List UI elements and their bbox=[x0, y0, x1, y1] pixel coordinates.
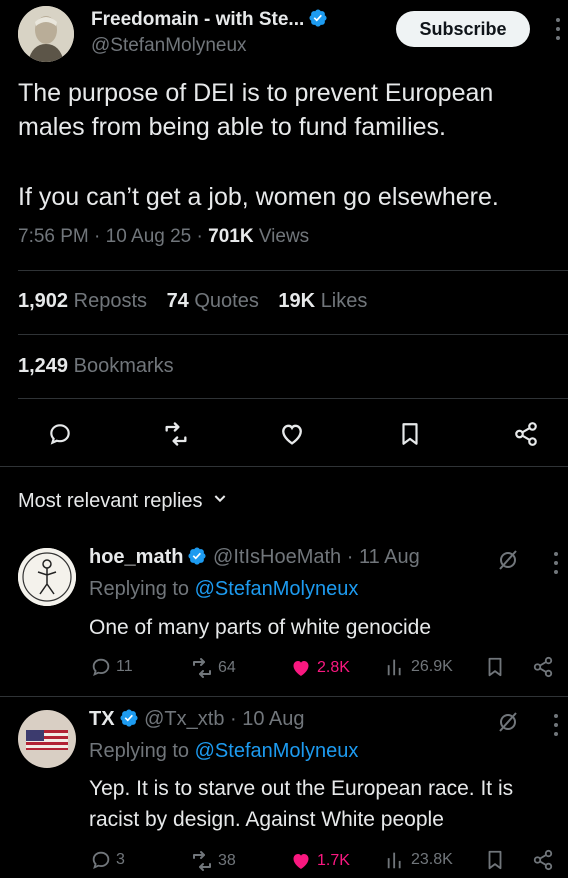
reply-bookmark-button[interactable] bbox=[484, 656, 506, 678]
share-icon bbox=[533, 656, 553, 678]
replying-to-line: Replying to @StefanMolyneux bbox=[89, 578, 359, 600]
like-icon bbox=[293, 661, 309, 676]
quotes-stat[interactable]: 74 Quotes bbox=[167, 290, 259, 312]
grok-icon[interactable] bbox=[496, 548, 520, 577]
reply-text: Yep. It is to starve out the European ra… bbox=[89, 777, 514, 831]
reply-button[interactable] bbox=[44, 418, 76, 450]
likes-stat[interactable]: 19K Likes bbox=[278, 290, 367, 312]
reply-date[interactable]: 11 Aug bbox=[359, 546, 420, 568]
share-button[interactable] bbox=[510, 418, 542, 450]
repost-button[interactable] bbox=[160, 418, 192, 450]
subscribe-button[interactable]: Subscribe bbox=[396, 11, 530, 47]
reposts-stat[interactable]: 1,902 Reposts bbox=[18, 290, 147, 312]
tweet-text: The purpose of DEI is to prevent Europea… bbox=[18, 76, 558, 214]
author-name-text[interactable]: Freedomain - with Ste... bbox=[91, 9, 304, 30]
reply-header: hoe_math @ItIsHoeMath · 11 Aug bbox=[89, 546, 420, 568]
reply-bookmark-button[interactable] bbox=[484, 849, 506, 871]
tweet-meta: 7:56 PM · 10 Aug 25 · 701K Views bbox=[18, 226, 310, 247]
share-icon bbox=[533, 849, 553, 871]
bookmarks-stat[interactable]: 1,249 Bookmarks bbox=[18, 355, 174, 378]
replying-to-link[interactable]: @StefanMolyneux bbox=[195, 578, 359, 600]
reply-count: 3 bbox=[116, 851, 125, 868]
reply-date[interactable]: 10 Aug bbox=[242, 708, 304, 730]
reply-share-button[interactable] bbox=[532, 849, 554, 871]
verified-badge-icon bbox=[120, 709, 138, 727]
reply-author-handle[interactable]: @Tx_xtb bbox=[144, 708, 224, 730]
replying-to-link[interactable]: @StefanMolyneux bbox=[195, 740, 359, 762]
reply-repost-button[interactable]: 38 bbox=[190, 849, 236, 873]
reply-count: 11 bbox=[116, 658, 133, 675]
chevron-down-icon bbox=[214, 495, 226, 503]
like-button[interactable] bbox=[276, 418, 308, 450]
grok-icon[interactable] bbox=[496, 710, 520, 739]
reply-like-button[interactable]: 2.8K bbox=[289, 656, 350, 680]
reply-reply-button[interactable]: 11 bbox=[90, 656, 133, 678]
divider bbox=[18, 334, 568, 335]
reply-icon bbox=[92, 658, 110, 676]
like-count: 1.7K bbox=[317, 852, 350, 869]
repost-icon bbox=[165, 422, 187, 446]
view-count: 26.9K bbox=[411, 658, 453, 675]
reply-author-name[interactable]: TX bbox=[89, 708, 115, 730]
reply-share-button[interactable] bbox=[532, 656, 554, 678]
verified-badge-icon bbox=[188, 547, 207, 565]
bookmark-icon bbox=[488, 657, 502, 677]
views-count: 701K bbox=[208, 226, 254, 247]
verified-badge-icon bbox=[309, 9, 327, 27]
bookmark-icon bbox=[402, 423, 418, 445]
author-name[interactable]: Freedomain - with Ste... bbox=[91, 8, 328, 31]
reply-author-name[interactable]: hoe_math bbox=[89, 546, 183, 568]
reply-avatar[interactable] bbox=[18, 710, 76, 768]
more-options-icon[interactable] bbox=[555, 18, 561, 40]
views-icon bbox=[387, 659, 401, 676]
bookmark-button[interactable] bbox=[394, 418, 426, 450]
replies-sort-label: Most relevant replies bbox=[18, 490, 203, 512]
reply-views-button[interactable]: 23.8K bbox=[385, 849, 453, 871]
share-icon bbox=[515, 422, 537, 446]
engagement-stats: 1,902 Reposts 74 Quotes 19K Likes bbox=[18, 290, 381, 313]
tweet-action-bar bbox=[0, 412, 568, 456]
reply-header: TX @Tx_xtb · 10 Aug bbox=[89, 708, 305, 730]
reply-author-handle[interactable]: @ItIsHoeMath bbox=[213, 546, 341, 568]
reply-icon bbox=[92, 851, 110, 869]
divider bbox=[0, 466, 568, 467]
tweet-time[interactable]: 7:56 PM bbox=[18, 226, 89, 247]
replying-to-line: Replying to @StefanMolyneux bbox=[89, 740, 359, 762]
tweet-date[interactable]: 10 Aug 25 bbox=[106, 226, 192, 247]
reply-views-button[interactable]: 26.9K bbox=[385, 656, 453, 678]
reply-like-button[interactable]: 1.7K bbox=[289, 849, 350, 873]
repost-icon bbox=[193, 658, 211, 678]
like-count: 2.8K bbox=[317, 659, 350, 676]
views-label: Views bbox=[258, 226, 310, 247]
reply-reply-button[interactable]: 3 bbox=[90, 849, 125, 871]
more-options-icon[interactable] bbox=[553, 552, 559, 574]
reply-repost-button[interactable]: 64 bbox=[190, 656, 236, 680]
repost-count: 64 bbox=[218, 659, 236, 676]
repost-icon bbox=[193, 851, 211, 871]
tweet-paragraph-1: The purpose of DEI is to prevent Europea… bbox=[18, 79, 494, 141]
repost-count: 38 bbox=[218, 852, 236, 869]
bookmark-icon bbox=[488, 850, 502, 870]
views-icon bbox=[387, 852, 401, 869]
author-handle[interactable]: @StefanMolyneux bbox=[91, 35, 247, 57]
like-icon bbox=[282, 424, 302, 445]
reply-action-bar: 11 64 2.8K 26.9K bbox=[0, 656, 568, 680]
replies-sort-dropdown[interactable]: Most relevant replies bbox=[18, 490, 228, 513]
reply-icon bbox=[50, 424, 70, 445]
reply-action-bar: 3 38 1.7K 23.8K bbox=[0, 849, 568, 873]
tweet-paragraph-2: If you can’t get a job, women go elsewhe… bbox=[18, 183, 499, 211]
divider bbox=[18, 398, 568, 399]
divider bbox=[18, 270, 568, 271]
author-avatar[interactable] bbox=[18, 6, 74, 62]
view-count: 23.8K bbox=[411, 851, 453, 868]
reply-text: One of many parts of white genocide bbox=[89, 616, 432, 639]
divider bbox=[0, 696, 568, 697]
like-icon bbox=[293, 854, 309, 869]
reply-avatar[interactable] bbox=[18, 548, 76, 606]
more-options-icon[interactable] bbox=[553, 714, 559, 736]
